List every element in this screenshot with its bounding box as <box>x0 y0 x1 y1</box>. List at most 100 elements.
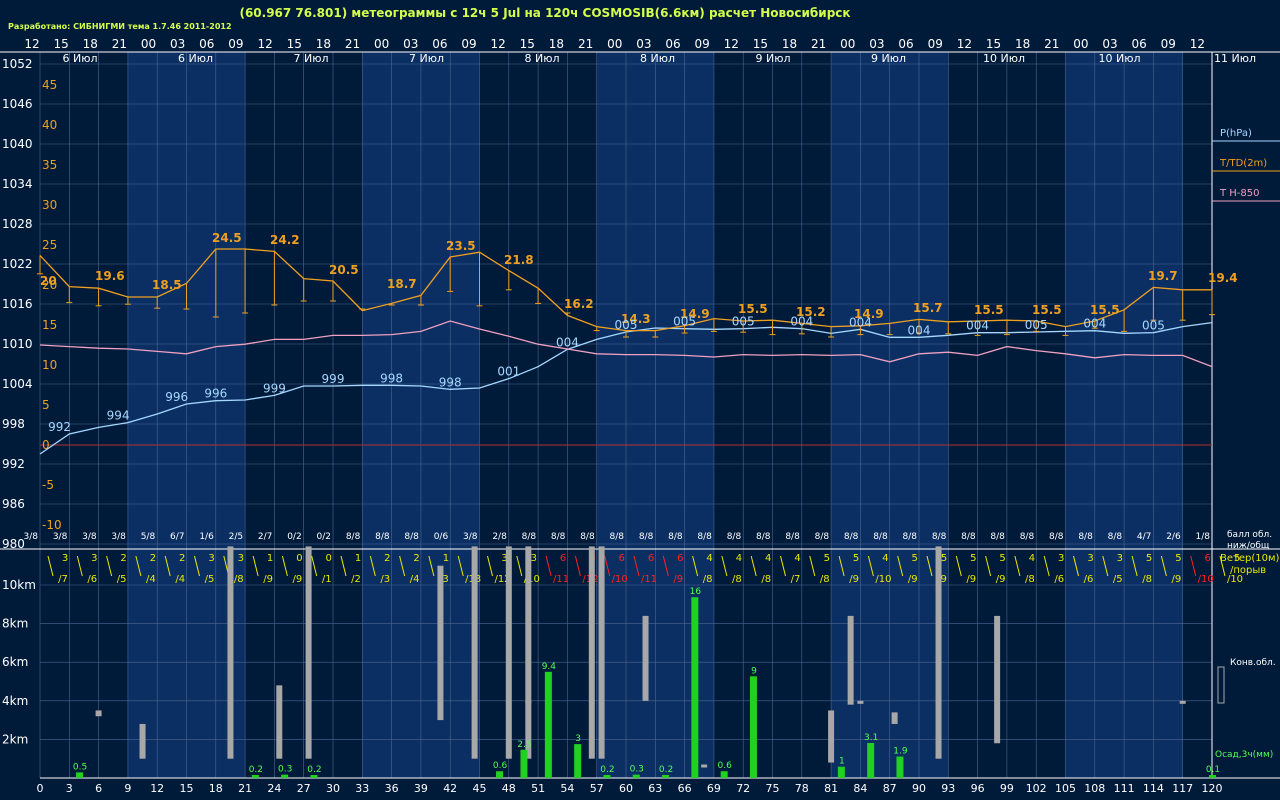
pressure-tick-label: 986 <box>2 497 25 511</box>
convective-cloud-bar <box>471 546 478 759</box>
cloud-fraction-label: 8/8 <box>873 532 888 542</box>
precip-bar <box>1209 775 1216 778</box>
cloud-fraction-label: 0/2 <box>317 532 331 542</box>
wind-speed-label: 0 <box>326 553 332 564</box>
convective-cloud-bar <box>437 565 444 721</box>
cloud-fraction-label: 8/8 <box>932 532 947 542</box>
precip-bar <box>749 676 757 778</box>
wind-gust-label: /10 <box>1198 574 1214 585</box>
forecast-hour-label: 12 <box>150 782 164 795</box>
convective-cloud-bar <box>276 685 283 759</box>
forecast-hour-label: 48 <box>502 782 516 795</box>
wind-speed-label: 4 <box>765 553 771 564</box>
forecast-hour-label: 0 <box>37 782 44 795</box>
precip-value-label: 0.6 <box>718 761 733 771</box>
forecast-hour-label: 54 <box>560 782 574 795</box>
wind-gust-label: /8 <box>703 574 713 585</box>
wind-gust-label: /7 <box>58 574 68 585</box>
cloud-fraction-label: 8/8 <box>1049 532 1064 542</box>
pressure-value-label: 005 <box>1142 319 1165 333</box>
precip-bar <box>691 597 699 778</box>
forecast-hour-label: 30 <box>326 782 340 795</box>
wind-gust-label: /6 <box>87 574 97 585</box>
forecast-hour-label: 18 <box>209 782 223 795</box>
wind-legend: Ветер(10м) <box>1220 553 1280 564</box>
wind-speed-label: 1 <box>267 553 273 564</box>
hour-tick-label: 15 <box>53 37 68 51</box>
wind-arrow <box>955 555 962 577</box>
temp-tick-label: 45 <box>42 78 57 92</box>
precip-value-label: 3.1 <box>864 733 878 743</box>
forecast-hour-label: 24 <box>267 782 281 795</box>
precip-bar <box>544 671 552 778</box>
temp-value-label: 15.7 <box>913 301 943 315</box>
wind-arrow <box>545 555 552 577</box>
wind-speed-label: 2 <box>120 553 126 564</box>
hour-tick-label: 15 <box>753 37 768 51</box>
cloud-legend: Конв.обл. <box>1230 658 1276 668</box>
precip-value-label: 2.5 <box>517 740 531 750</box>
cloud-fraction-label: 5/8 <box>141 532 156 542</box>
wind-arrow <box>311 555 318 577</box>
hour-tick-label: 12 <box>491 37 506 51</box>
wind-speed-label: 6 <box>560 553 566 564</box>
wind-speed-label: 1 <box>355 553 361 564</box>
hour-tick-label: 03 <box>403 37 418 51</box>
cloud-fraction-label: 3/8 <box>24 532 39 542</box>
forecast-hour-label: 120 <box>1202 782 1223 795</box>
cloud-fraction-label: 2/6 <box>1166 532 1181 542</box>
convective-cloud-bar <box>588 546 595 759</box>
cloud-fraction-label: 8/8 <box>697 532 712 542</box>
hour-tick-label: 12 <box>724 37 739 51</box>
temp-value-label: 23.5 <box>446 239 476 253</box>
forecast-hour-label: 39 <box>414 782 428 795</box>
forecast-hour-label: 27 <box>297 782 311 795</box>
cloud-fraction-label: 8/8 <box>1078 532 1093 542</box>
forecast-hour-label: 108 <box>1084 782 1105 795</box>
legend-label: P(hPa) <box>1220 128 1252 139</box>
precip-value-label: 0.1 <box>1206 765 1220 775</box>
wind-speed-label: 4 <box>706 553 712 564</box>
cloud-fraction-label: 2/7 <box>258 532 272 542</box>
forecast-hour-label: 21 <box>238 782 252 795</box>
pressure-value-label: 005 <box>673 315 696 329</box>
hour-tick-label: 00 <box>1073 37 1088 51</box>
cloud-fraction-label: 2/8 <box>492 532 507 542</box>
precip-bar <box>496 771 504 778</box>
wind-gust-label: /4 <box>175 574 185 585</box>
hour-tick-label: 09 <box>694 37 709 51</box>
hour-tick-label: 12 <box>257 37 272 51</box>
wind-arrow <box>574 555 581 577</box>
date-label: 10 Июл <box>1098 52 1140 65</box>
pressure-value-label: 996 <box>204 387 227 401</box>
pressure-value-label: 004 <box>849 315 872 329</box>
precip-bar <box>896 756 904 778</box>
temp-value-label: 15.5 <box>974 303 1004 317</box>
forecast-hour-label: 81 <box>824 782 838 795</box>
cloud-fraction-label: 3/8 <box>53 532 68 542</box>
forecast-hour-label: 99 <box>1000 782 1014 795</box>
wind-arrow <box>340 555 347 577</box>
cloud-fraction-label: 4/7 <box>1137 532 1151 542</box>
precip-legend: Осад,3ч(мм) <box>1215 750 1273 760</box>
forecast-hour-label: 96 <box>971 782 985 795</box>
hour-tick-label: 06 <box>432 37 447 51</box>
precip-value-label: 0.2 <box>659 765 673 775</box>
temp-value-label: 20 <box>40 274 57 288</box>
cloud-fraction-label: 8/8 <box>727 532 742 542</box>
precip-bar <box>574 744 582 778</box>
wind-speed-label: 5 <box>970 553 976 564</box>
pressure-tick-label: 1034 <box>2 177 33 191</box>
pressure-tick-label: 998 <box>2 417 25 431</box>
temp-tick-label: 30 <box>42 198 57 212</box>
forecast-hour-label: 9 <box>124 782 131 795</box>
wind-speed-label: 3 <box>1058 553 1064 564</box>
convective-cloud-bar <box>847 615 854 705</box>
wind-gust-label: /5 <box>117 574 127 585</box>
wind-speed-label: 0 <box>296 553 302 564</box>
forecast-hour-label: 6 <box>95 782 102 795</box>
cloud-fraction-legend: балл обл. <box>1227 530 1272 540</box>
precip-value-label: 1 <box>839 757 845 767</box>
date-label: 9 Июл <box>871 52 906 65</box>
temp-value-label: 19.6 <box>95 269 125 283</box>
